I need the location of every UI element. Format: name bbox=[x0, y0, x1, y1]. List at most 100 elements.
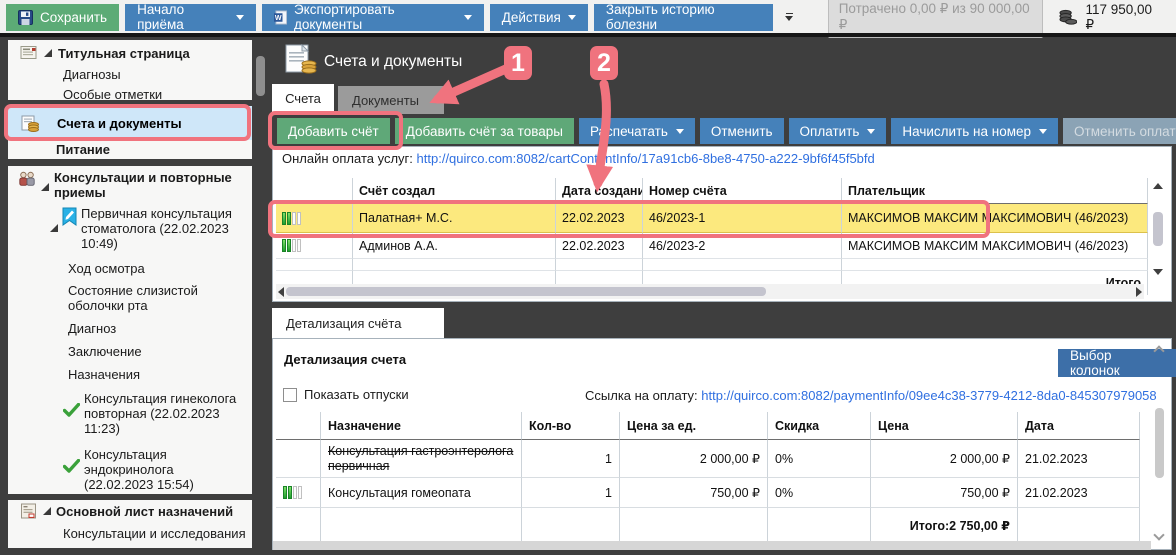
expander-icon[interactable] bbox=[50, 224, 58, 232]
table-row-cell[interactable]: 2 000,00 ₽ bbox=[620, 440, 768, 478]
details-vertical-scrollbar[interactable] bbox=[1152, 344, 1166, 542]
caret-down-icon bbox=[236, 15, 244, 20]
table-row-cell[interactable]: 21.02.2023 bbox=[1018, 478, 1140, 508]
payment-link[interactable]: http://quirco.com:8082/paymentInfo/09ee4… bbox=[701, 388, 1156, 403]
sidebar-item-mucosa[interactable]: Состояние слизистой оболочки рта bbox=[8, 283, 252, 313]
vertical-scrollbar-thumb[interactable] bbox=[1155, 408, 1164, 478]
charge-to-number-button[interactable]: Начислить на номер bbox=[891, 118, 1058, 144]
prescription-list-icon bbox=[20, 503, 38, 519]
sidebar-item-diagnosis[interactable]: Диагноз bbox=[8, 321, 252, 336]
sidebar-item-first-consultation[interactable]: Первичная консультация стоматолога (22.0… bbox=[8, 206, 252, 251]
sidebar-item-diagnoses[interactable]: Диагнозы bbox=[8, 67, 252, 82]
sidebar-item-title-page[interactable]: Титульная страница bbox=[8, 45, 252, 61]
print-button[interactable]: Распечатать bbox=[579, 118, 695, 144]
cancel-invoice-button[interactable]: Отменить bbox=[700, 118, 784, 144]
expander-icon[interactable] bbox=[41, 183, 49, 191]
pay-button[interactable]: Оплатить bbox=[789, 118, 887, 144]
cancel-payment-button: Отменить оплату bbox=[1063, 118, 1176, 144]
toolbar-overflow-icon[interactable] bbox=[785, 13, 794, 21]
table-row-cell[interactable]: 750,00 ₽ bbox=[871, 478, 1018, 508]
scroll-down-icon[interactable] bbox=[1153, 529, 1164, 540]
table-row-cell[interactable]: 22.02.2023 bbox=[556, 204, 643, 233]
table-row-cell[interactable]: Палатная+ М.С. bbox=[353, 204, 556, 233]
sidebar-item-special-marks[interactable]: Особые отметки bbox=[8, 87, 252, 102]
sidebar-item-label: Заключение bbox=[68, 344, 142, 359]
caret-down-icon bbox=[867, 129, 875, 134]
show-vacations-checkbox[interactable] bbox=[283, 388, 297, 402]
table-row-cell[interactable]: 2 000,00 ₽ bbox=[871, 440, 1018, 478]
add-goods-invoice-button[interactable]: Добавить счёт за товары bbox=[395, 118, 574, 144]
table-row-cell[interactable]: 1 bbox=[522, 478, 620, 508]
annotation-badge-1: 1 bbox=[504, 46, 532, 80]
save-button[interactable]: Сохранить bbox=[6, 4, 119, 31]
details-title: Детализация счета bbox=[284, 352, 406, 367]
table-row-cell[interactable]: 22.02.2023 bbox=[556, 233, 643, 259]
sidebar-item-main-sheet[interactable]: Основной лист назначений bbox=[8, 503, 252, 519]
sidebar-item-label: Титульная страница bbox=[58, 46, 190, 61]
caret-down-icon bbox=[568, 15, 576, 20]
button-label: Добавить счёт за товары bbox=[406, 124, 563, 139]
tab-documents[interactable]: Документы bbox=[338, 86, 444, 114]
horizontal-scrollbar-thumb[interactable] bbox=[286, 287, 766, 296]
sidebar-item-prescriptions[interactable]: Назначения bbox=[8, 367, 252, 382]
scroll-right-icon[interactable] bbox=[1136, 287, 1142, 297]
sidebar-item-nutrition[interactable]: Питание bbox=[8, 140, 252, 157]
table-row-cell[interactable]: МАКСИМОВ МАКСИМ МАКСИМОВИЧ (46/2023) bbox=[842, 233, 1148, 259]
scroll-left-icon[interactable] bbox=[278, 287, 284, 297]
table-row-cell[interactable]: Консультация гомеопата bbox=[321, 478, 522, 508]
scroll-up-icon[interactable] bbox=[1153, 345, 1164, 356]
scroll-up-icon[interactable] bbox=[1153, 183, 1163, 189]
sidebar-item-invoices-documents-selected[interactable]: Счета и документы bbox=[8, 106, 252, 140]
sidebar-item-gyn-consultation[interactable]: Консультация гинеколога повторная (22.02… bbox=[8, 391, 252, 436]
table-row-cell[interactable]: МАКСИМОВ МАКСИМ МАКСИМОВИЧ (46/2023) bbox=[842, 204, 1148, 233]
svg-text:W: W bbox=[275, 15, 282, 22]
sidebar-item-consultations-group[interactable]: Консультации и повторные приемы bbox=[8, 169, 252, 200]
caret-down-icon bbox=[464, 15, 472, 20]
online-payment-link[interactable]: http://quirco.com:8082/cartContentInfo/1… bbox=[417, 151, 875, 166]
column-header: Назначение bbox=[321, 412, 522, 440]
start-appointment-button[interactable]: Начало приёма bbox=[125, 4, 256, 31]
table-row-cell[interactable]: 0% bbox=[768, 440, 871, 478]
table-row-cell[interactable]: 750,00 ₽ bbox=[620, 478, 768, 508]
button-label: Отменить bbox=[711, 124, 773, 139]
empty-cell bbox=[353, 259, 556, 271]
column-header-icon bbox=[276, 412, 321, 440]
table-row-cell[interactable]: 0% bbox=[768, 478, 871, 508]
actions-button[interactable]: Действия bbox=[490, 4, 588, 31]
expander-icon[interactable] bbox=[43, 507, 51, 515]
expander-icon[interactable] bbox=[44, 49, 52, 57]
sidebar-item-endo-consultation[interactable]: Консультация эндокринолога (22.02.2023 1… bbox=[8, 447, 252, 492]
invoices-horizontal-scrollbar[interactable] bbox=[276, 284, 1144, 299]
table-row-cell[interactable] bbox=[276, 478, 321, 508]
table-row-cell[interactable]: 46/2023-1 bbox=[643, 204, 842, 233]
details-horizontal-scrollbar[interactable] bbox=[273, 541, 1151, 550]
table-row-cell[interactable] bbox=[276, 204, 353, 233]
sidebar-item-conclusion[interactable]: Заключение bbox=[8, 344, 252, 359]
table-row-cell[interactable]: 1 bbox=[522, 440, 620, 478]
add-invoice-button[interactable]: Добавить счёт bbox=[277, 118, 390, 144]
export-documents-button[interactable]: W Экспортировать документы bbox=[262, 4, 484, 31]
table-row-cell[interactable] bbox=[276, 440, 321, 478]
sidebar-item-exam-course[interactable]: Ход осмотра bbox=[8, 261, 252, 276]
vertical-scrollbar-thumb[interactable] bbox=[1153, 212, 1163, 246]
sidebar-item-consult-research[interactable]: Консультации и исследования bbox=[8, 526, 252, 541]
button-label: Оплатить bbox=[800, 124, 860, 139]
tab-invoices[interactable]: Счета bbox=[272, 84, 334, 112]
sidebar-block-nutrition: Питание bbox=[8, 140, 252, 159]
table-row-cell[interactable]: Консультация гастроэнтеролога первичная bbox=[321, 440, 522, 478]
empty-cell bbox=[556, 259, 643, 271]
column-header: Цена bbox=[871, 412, 1018, 440]
sidebar-scrollbar-thumb[interactable] bbox=[256, 56, 265, 96]
table-row-cell[interactable] bbox=[276, 233, 353, 259]
column-header: Дата bbox=[1018, 412, 1140, 440]
table-row-cell[interactable]: 21.02.2023 bbox=[1018, 440, 1140, 478]
close-history-button[interactable]: Закрыть историю болезни bbox=[594, 4, 773, 31]
table-row-cell[interactable]: 46/2023-2 bbox=[643, 233, 842, 259]
sidebar-block-title-page: Титульная страница Диагнозы Особые отмет… bbox=[8, 40, 252, 100]
tab-invoice-details[interactable]: Детализация счёта bbox=[272, 308, 444, 338]
invoice-actions-row: Добавить счёт Добавить счёт за товары Ра… bbox=[277, 118, 1176, 144]
table-row-cell[interactable]: Админов А.А. bbox=[353, 233, 556, 259]
invoice-document-icon bbox=[21, 115, 40, 132]
scroll-down-icon[interactable] bbox=[1153, 269, 1163, 275]
invoices-vertical-scrollbar[interactable] bbox=[1151, 181, 1165, 277]
